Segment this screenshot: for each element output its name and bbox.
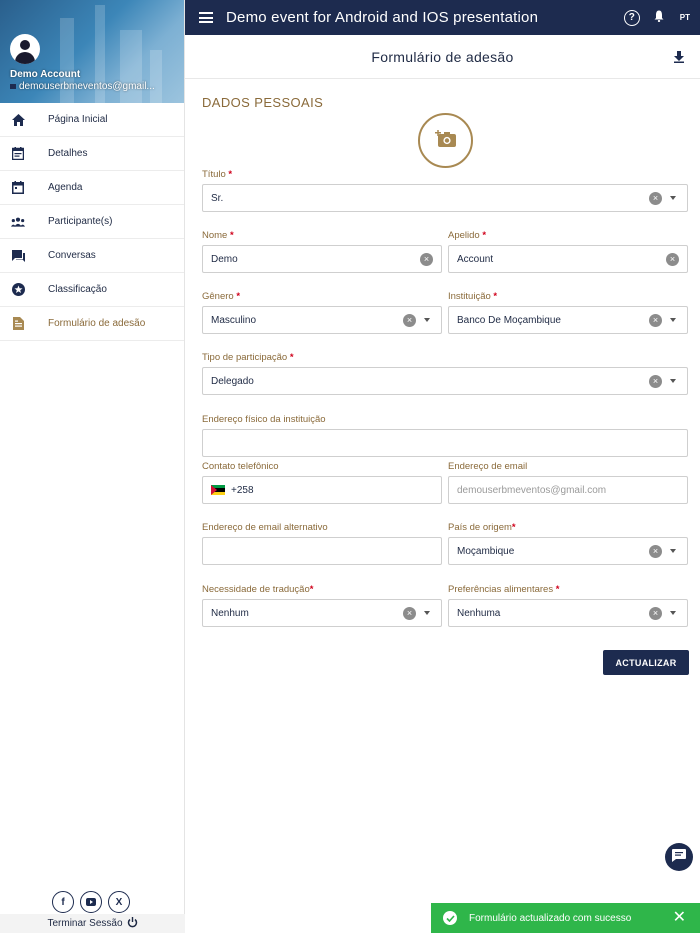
chevron-down-icon[interactable]	[670, 549, 676, 553]
email-icon	[10, 84, 16, 89]
first-name-input[interactable]: Demo ×	[202, 245, 442, 273]
sidebar: Demo Account demouserbmeventos@gmail... …	[0, 0, 185, 933]
participation-type-select[interactable]: Delegado ×	[202, 367, 688, 395]
toast-message: Formulário actualizado com sucesso	[469, 912, 632, 924]
gender-field: Gênero * Masculino ×	[202, 291, 442, 334]
dietary-select[interactable]: Nenhuma ×	[448, 599, 688, 627]
translation-select[interactable]: Nenhum ×	[202, 599, 442, 627]
app-title: Demo event for Android and IOS presentat…	[226, 9, 539, 26]
profile-email: demouserbmeventos@gmail...	[10, 81, 155, 92]
calendar-details-icon	[11, 147, 25, 161]
chevron-down-icon[interactable]	[424, 611, 430, 615]
clear-icon[interactable]: ×	[403, 313, 416, 327]
sidebar-item-conversations[interactable]: Conversas	[0, 239, 184, 273]
clear-icon[interactable]: ×	[649, 606, 662, 620]
clear-icon[interactable]: ×	[649, 544, 662, 558]
institution-select[interactable]: Banco De Moçambique ×	[448, 306, 688, 334]
sidebar-item-label: Detalhes	[48, 148, 88, 159]
sidebar-item-label: Agenda	[48, 182, 83, 193]
document-icon	[11, 317, 25, 331]
x-twitter-icon[interactable]: X	[108, 891, 130, 913]
sidebar-item-label: Participante(s)	[48, 216, 113, 227]
close-icon[interactable]: ✕	[673, 910, 686, 926]
logout-button[interactable]: Terminar Sessão	[0, 914, 185, 933]
chevron-down-icon[interactable]	[424, 318, 430, 322]
chat-fab-button[interactable]	[665, 843, 693, 871]
clear-icon[interactable]: ×	[649, 191, 662, 205]
menu-icon[interactable]	[199, 12, 213, 23]
sidebar-item-agenda[interactable]: Agenda	[0, 171, 184, 205]
clear-icon[interactable]: ×	[649, 313, 662, 327]
first-name-field: Nome * Demo ×	[202, 230, 442, 273]
sidebar-item-home[interactable]: Página Inicial	[0, 103, 184, 137]
sidebar-item-participants[interactable]: Participante(s)	[0, 205, 184, 239]
clear-icon[interactable]: ×	[420, 252, 433, 266]
sidebar-item-label: Classificação	[48, 284, 107, 295]
participation-type-field: Tipo de participação * Delegado ×	[202, 352, 688, 395]
phone-input[interactable]: +258	[202, 476, 442, 504]
clear-icon[interactable]: ×	[649, 374, 662, 388]
email-field: Endereço de email demouserbmeventos@gmai…	[448, 461, 688, 504]
chat-icon	[11, 249, 25, 263]
translation-field: Necessidade de tradução* Nenhum ×	[202, 584, 442, 627]
people-icon	[11, 215, 25, 229]
home-icon	[11, 113, 25, 127]
chevron-down-icon[interactable]	[670, 379, 676, 383]
add-photo-camera-icon	[434, 130, 457, 151]
country-select[interactable]: Moçambique ×	[448, 537, 688, 565]
page-title: Formulário de adesão	[371, 48, 514, 65]
logout-label: Terminar Sessão	[47, 918, 123, 929]
chevron-down-icon[interactable]	[670, 196, 676, 200]
dietary-field: Preferências alimentares * Nenhuma ×	[448, 584, 688, 627]
profile-name: Demo Account	[10, 69, 81, 80]
sidebar-item-details[interactable]: Detalhes	[0, 137, 184, 171]
mozambique-flag-icon[interactable]	[211, 485, 225, 495]
facebook-icon[interactable]: f	[52, 891, 74, 913]
sidebar-item-label: Formulário de adesão	[48, 318, 146, 329]
phone-field: Contato telefônico +258	[202, 461, 442, 504]
sidebar-item-label: Conversas	[48, 250, 96, 261]
chevron-down-icon[interactable]	[670, 318, 676, 322]
avatar[interactable]	[10, 34, 40, 64]
alt-email-input[interactable]	[202, 537, 442, 565]
update-button[interactable]: ACTUALIZAR	[603, 650, 689, 675]
social-links: f X	[52, 891, 130, 913]
last-name-field: Apelido * Account ×	[448, 230, 688, 273]
top-app-bar: Demo event for Android and IOS presentat…	[185, 0, 700, 35]
country-field: País de origem* Moçambique ×	[448, 522, 688, 565]
download-icon[interactable]	[674, 51, 684, 66]
gender-select[interactable]: Masculino ×	[202, 306, 442, 334]
institution-address-field: Endereço físico da instituição	[202, 414, 688, 457]
alt-email-field: Endereço de email alternativo	[202, 522, 442, 565]
title-select[interactable]: Sr. ×	[202, 184, 688, 212]
help-icon[interactable]: ?	[623, 9, 640, 26]
title-field: Título * Sr. ×	[202, 169, 688, 212]
clear-icon[interactable]: ×	[666, 252, 679, 266]
notification-bell-icon[interactable]	[654, 10, 664, 25]
youtube-icon[interactable]	[80, 891, 102, 913]
chevron-down-icon[interactable]	[670, 611, 676, 615]
institution-address-input[interactable]	[202, 429, 688, 457]
profile-banner: Demo Account demouserbmeventos@gmail...	[0, 0, 184, 103]
sidebar-item-label: Página Inicial	[48, 114, 108, 125]
institution-field: Instituição * Banco De Moçambique ×	[448, 291, 688, 334]
email-input[interactable]: demouserbmeventos@gmail.com	[448, 476, 688, 504]
last-name-input[interactable]: Account ×	[448, 245, 688, 273]
star-badge-icon	[11, 283, 25, 297]
section-title: DADOS PESSOAIS	[202, 95, 324, 110]
sidebar-item-membership-form[interactable]: Formulário de adesão	[0, 307, 184, 341]
calendar-icon	[11, 181, 25, 195]
add-photo-button[interactable]	[418, 113, 473, 168]
sidebar-item-classification[interactable]: Classificação	[0, 273, 184, 307]
form-header: Formulário de adesão	[185, 35, 700, 79]
success-toast: Formulário actualizado com sucesso ✕	[431, 903, 700, 933]
power-icon	[127, 916, 138, 931]
clear-icon[interactable]: ×	[403, 606, 416, 620]
sidebar-nav: Página Inicial Detalhes Agenda Participa…	[0, 103, 184, 341]
chat-bubble-icon	[672, 849, 686, 865]
language-selector[interactable]: PT	[680, 13, 690, 22]
check-circle-icon	[443, 911, 457, 925]
